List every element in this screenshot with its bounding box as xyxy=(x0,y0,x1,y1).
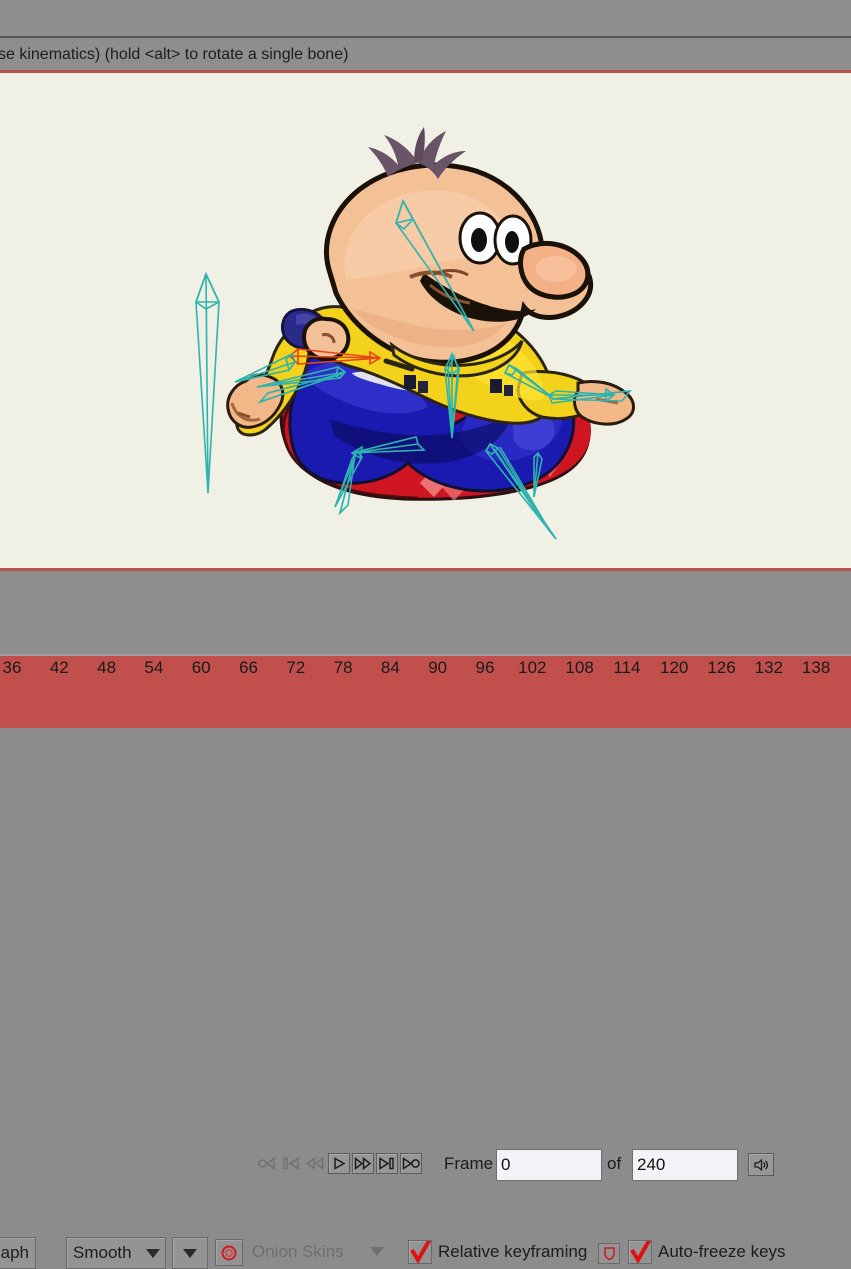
keyframe-options-toolbar: aph Smooth Onion Skins Relative keyframi… xyxy=(0,617,851,1269)
ruler-tick: 42 xyxy=(49,658,69,677)
transport-controls xyxy=(256,1153,422,1174)
playback-toolbar: Frame 0 of 240 xyxy=(0,571,851,1181)
ruler-tick: 48 xyxy=(97,658,117,677)
animation-canvas[interactable] xyxy=(0,73,851,568)
ruler-tick: 120 xyxy=(660,658,689,677)
hint-text: se kinematics) (hold <alt> to rotate a s… xyxy=(0,46,349,63)
rewind-to-start-button[interactable] xyxy=(256,1153,278,1174)
top-toolbar-area xyxy=(0,0,851,38)
status-hint-bar: se kinematics) (hold <alt> to rotate a s… xyxy=(0,40,851,70)
bar-left-triangle-icon xyxy=(283,1157,299,1170)
timeline-ruler[interactable]: 36 42 48 54 60 66 72 78 84 90 96 102 108 114 120 126 132… xyxy=(0,654,851,728)
speaker-icon xyxy=(754,1158,769,1171)
play-icon xyxy=(334,1157,346,1170)
onion-skins-label: Onion Skins xyxy=(252,1242,344,1261)
go-to-end-button[interactable] xyxy=(400,1153,422,1174)
auto-freeze-keys-checkbox-group[interactable]: Auto-freeze keys xyxy=(628,1240,786,1264)
next-keyframe-button[interactable] xyxy=(376,1153,398,1174)
shield-icon xyxy=(603,1247,615,1261)
step-back-button[interactable] xyxy=(304,1153,326,1174)
total-frames-input[interactable]: 240 xyxy=(632,1149,738,1181)
frame-input[interactable]: 0 xyxy=(496,1149,602,1181)
relative-keyframing-checkbox-group[interactable]: Relative keyframing xyxy=(408,1240,587,1264)
of-label: of xyxy=(607,1154,622,1173)
ruler-tick: 72 xyxy=(286,658,306,677)
graph-mode-button[interactable]: aph xyxy=(0,1237,36,1269)
freeze-keys-shield-button[interactable] xyxy=(598,1243,620,1264)
ruler-tick: 54 xyxy=(144,658,164,677)
relative-keyframing-label: Relative keyframing xyxy=(438,1242,588,1261)
interpolation-extra-dropdown[interactable] xyxy=(172,1237,208,1269)
checkmark-icon xyxy=(630,1241,651,1263)
triangle-right-bar-icon xyxy=(379,1157,394,1170)
ruler-tick: 126 xyxy=(707,658,736,677)
character-artwork xyxy=(226,127,635,501)
ruler-tick: 102 xyxy=(518,658,547,677)
fast-forward-button[interactable] xyxy=(352,1153,374,1174)
red-circle-icon xyxy=(221,1245,237,1260)
ruler-tick: 114 xyxy=(613,658,641,677)
auto-freeze-keys-label: Auto-freeze keys xyxy=(658,1242,786,1261)
chevron-down-icon xyxy=(183,1248,197,1258)
play-button[interactable] xyxy=(328,1153,350,1174)
auto-freeze-keys-checkbox[interactable] xyxy=(628,1240,652,1264)
ruler-tick: 84 xyxy=(380,658,400,677)
app-window: se kinematics) (hold <alt> to rotate a s… xyxy=(0,0,851,1269)
ruler-tick: 36 xyxy=(2,658,22,677)
ruler-tick: 132 xyxy=(754,658,783,677)
ruler-top-edge xyxy=(0,654,851,656)
frame-label: Frame xyxy=(444,1154,494,1173)
circle-left-triangle-icon xyxy=(258,1157,275,1170)
double-right-triangle-icon xyxy=(354,1157,372,1170)
ruler-tick: 60 xyxy=(191,658,211,677)
onion-skins-toggle-button[interactable] xyxy=(215,1239,243,1266)
relative-keyframing-checkbox[interactable] xyxy=(408,1240,432,1264)
interpolation-value: Smooth xyxy=(73,1243,132,1262)
previous-keyframe-button[interactable] xyxy=(280,1153,302,1174)
ruler-tick: 108 xyxy=(565,658,594,677)
ruler-tick: 66 xyxy=(239,658,258,677)
sound-toggle-button[interactable] xyxy=(748,1153,774,1176)
ruler-tick: 90 xyxy=(428,658,448,677)
double-left-triangle-icon xyxy=(306,1157,324,1170)
ruler-tick: 138 xyxy=(801,658,831,677)
ruler-tick: 78 xyxy=(333,658,353,677)
bone-free-left xyxy=(195,271,221,494)
chevron-down-icon xyxy=(146,1248,160,1258)
ruler-tick: 96 xyxy=(475,658,495,677)
triangle-right-circle-icon xyxy=(402,1157,420,1170)
interpolation-dropdown[interactable]: Smooth xyxy=(66,1237,166,1269)
checkmark-icon xyxy=(410,1241,431,1263)
chevron-down-icon[interactable] xyxy=(370,1247,384,1256)
